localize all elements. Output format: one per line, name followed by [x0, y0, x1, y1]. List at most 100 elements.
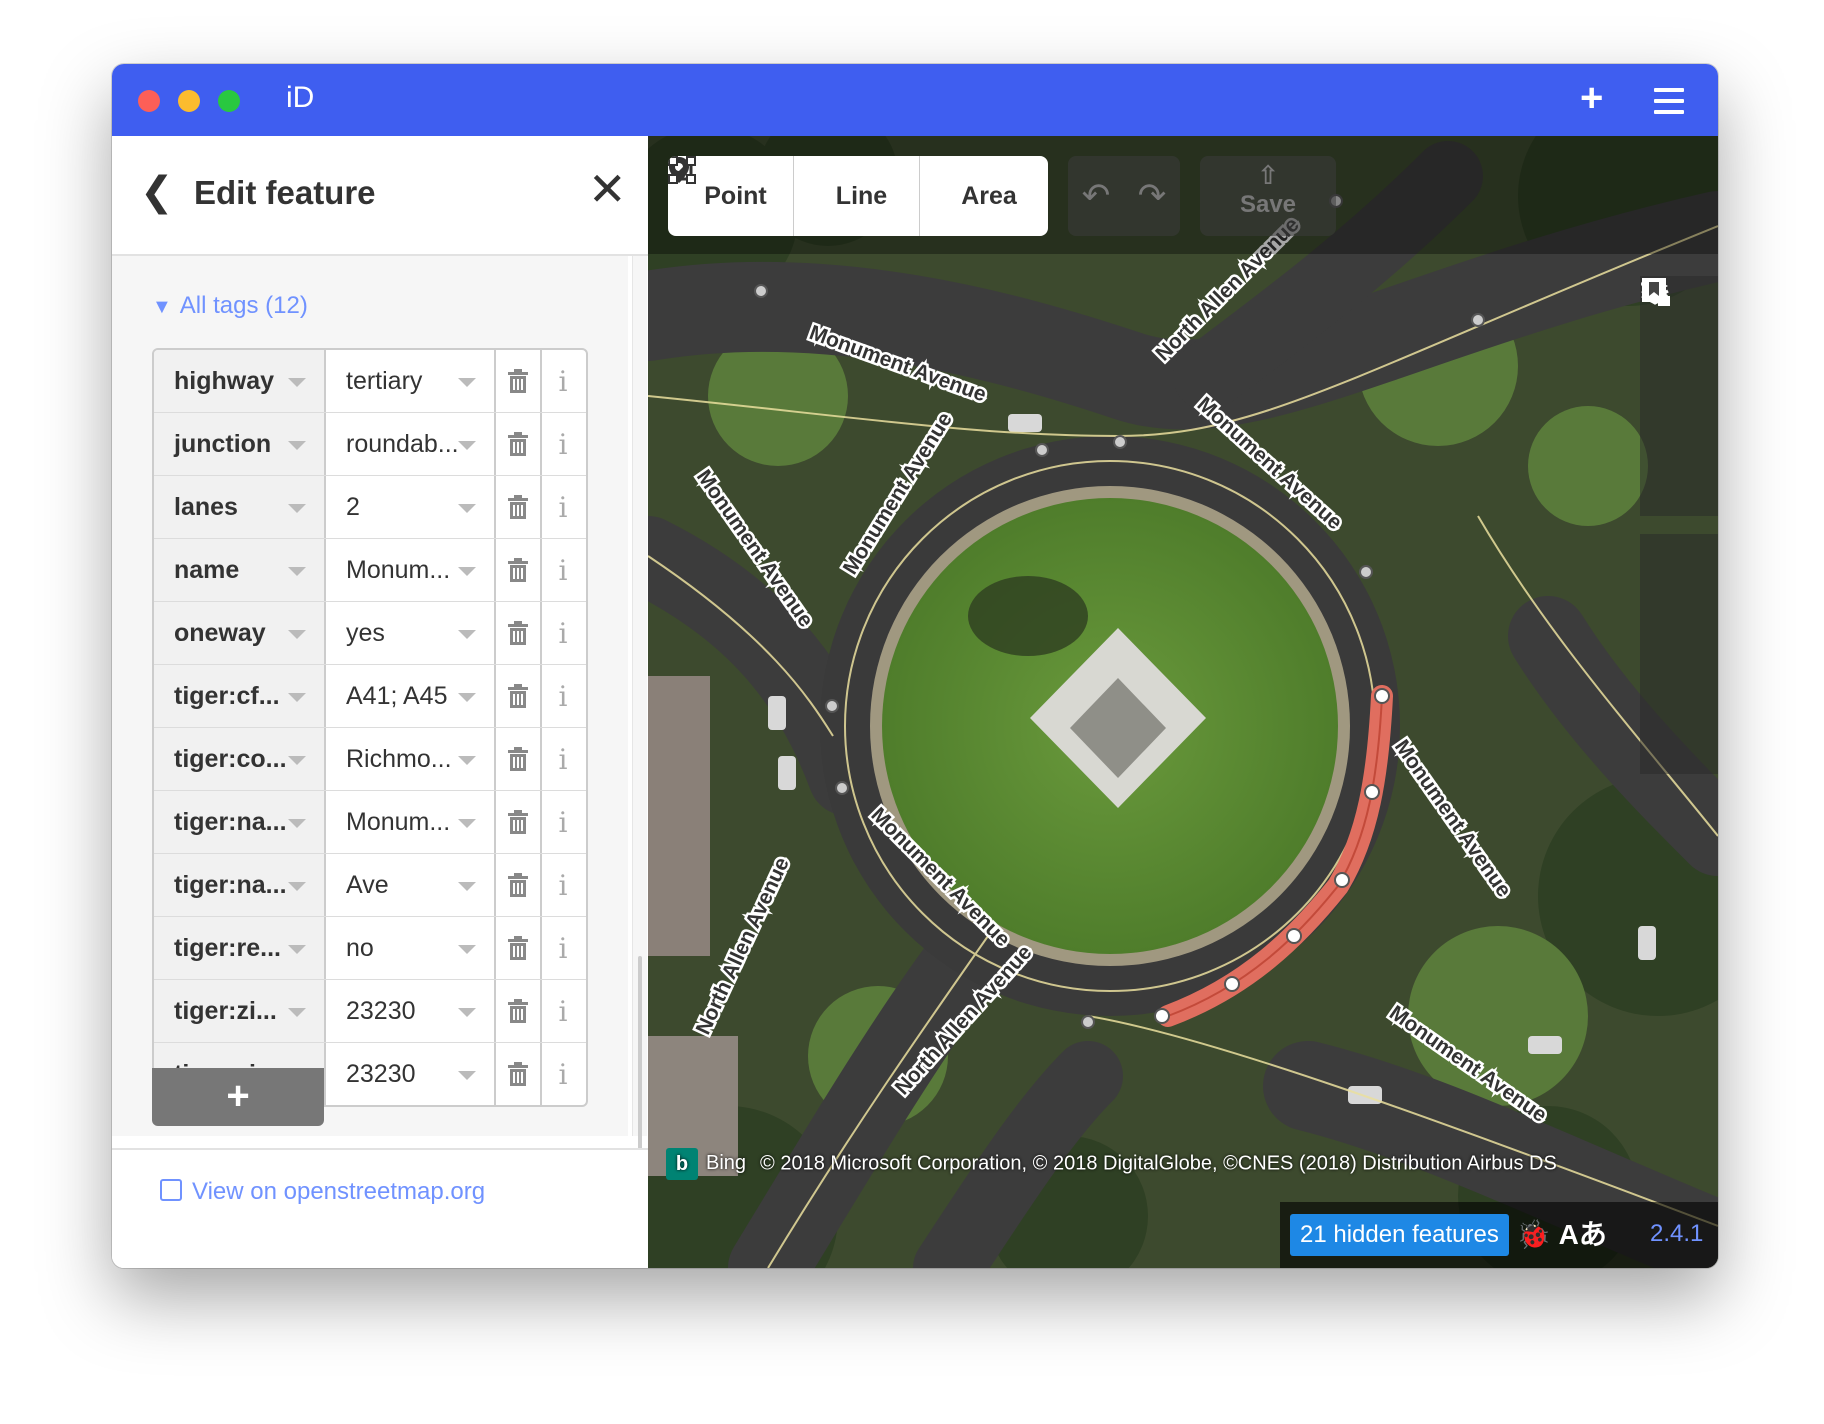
tag-key-field[interactable]: junction	[154, 413, 326, 475]
chevron-down-icon[interactable]	[288, 819, 306, 828]
tag-key-field[interactable]: oneway	[154, 602, 326, 664]
tag-key-field[interactable]: tiger:cf...	[154, 665, 326, 727]
window-zoom-button[interactable]	[218, 90, 240, 112]
hamburger-icon[interactable]	[1654, 88, 1684, 121]
tag-value-field[interactable]: A41; A45	[326, 665, 496, 727]
add-tag-button[interactable]: +	[152, 1068, 324, 1126]
chevron-down-icon[interactable]	[458, 819, 476, 828]
info-icon[interactable]: i	[542, 413, 584, 475]
chevron-down-icon[interactable]	[458, 567, 476, 576]
tag-value-field[interactable]: Monum...	[326, 539, 496, 601]
tag-value-field[interactable]: Ave	[326, 854, 496, 916]
info-icon[interactable]: i	[542, 665, 584, 727]
info-icon[interactable]: i	[542, 917, 584, 979]
tag-row: tiger:zi... 23230 i	[154, 980, 586, 1043]
hidden-features-badge[interactable]: 21 hidden features	[1290, 1214, 1509, 1256]
tag-value-field[interactable]: tertiary	[326, 350, 496, 412]
chevron-down-icon[interactable]	[288, 567, 306, 576]
trash-icon[interactable]	[496, 917, 542, 979]
chevron-down-icon[interactable]	[458, 378, 476, 387]
tag-key-field[interactable]: tiger:na...	[154, 854, 326, 916]
tag-key-field[interactable]: lanes	[154, 476, 326, 538]
map-canvas[interactable]: Monument Avenue Monument Avenue Monument…	[648, 136, 1718, 1268]
version-label[interactable]: 2.4.1	[1650, 1220, 1703, 1248]
redo-icon[interactable]: ↷	[1124, 156, 1180, 236]
trash-icon[interactable]	[496, 854, 542, 916]
save-button[interactable]: ⇧ Save	[1200, 156, 1336, 236]
help-icon[interactable]	[1640, 278, 1718, 774]
map-data-icon[interactable]	[1640, 281, 1718, 694]
chevron-down-icon[interactable]	[458, 756, 476, 765]
chevron-down-icon[interactable]	[458, 1008, 476, 1017]
issues-language-icon[interactable]: 🐞 Aあ	[1516, 1214, 1607, 1256]
trash-icon[interactable]	[496, 539, 542, 601]
chevron-down-icon[interactable]	[288, 630, 306, 639]
tag-key-field[interactable]: highway	[154, 350, 326, 412]
tag-key-field[interactable]: tiger:re...	[154, 917, 326, 979]
tag-value-field[interactable]: no	[326, 917, 496, 979]
trash-icon[interactable]	[496, 476, 542, 538]
tag-value-text: Monum...	[346, 808, 451, 836]
chevron-down-icon[interactable]	[458, 693, 476, 702]
tag-value-field[interactable]: 2	[326, 476, 496, 538]
tag-key-field[interactable]: tiger:zi...	[154, 980, 326, 1042]
tag-value-field[interactable]: 23230	[326, 980, 496, 1042]
chevron-down-icon[interactable]	[458, 504, 476, 513]
chevron-down-icon[interactable]	[288, 693, 306, 702]
chevron-down-icon[interactable]	[458, 1071, 476, 1080]
tag-value-field[interactable]: 23230	[326, 1043, 496, 1105]
plus-icon[interactable]: +	[1580, 78, 1603, 118]
trash-icon[interactable]	[496, 413, 542, 475]
layers-icon[interactable]	[1640, 279, 1718, 614]
add-area-button[interactable]: Area	[668, 156, 1048, 236]
trash-icon[interactable]	[496, 728, 542, 790]
chevron-down-icon[interactable]	[288, 1008, 306, 1017]
trash-icon[interactable]	[496, 980, 542, 1042]
info-icon[interactable]: i	[542, 1043, 584, 1105]
all-tags-toggle[interactable]: ▼ All tags (12)	[152, 292, 308, 320]
tag-key-field[interactable]: tiger:co...	[154, 728, 326, 790]
page-title: Edit feature	[194, 174, 376, 211]
info-icon[interactable]: i	[542, 539, 584, 601]
chevron-down-icon[interactable]	[288, 441, 306, 450]
tag-value-field[interactable]: Monum...	[326, 791, 496, 853]
trash-icon[interactable]	[496, 1043, 542, 1105]
chevron-down-icon[interactable]	[288, 882, 306, 891]
info-icon[interactable]: i	[542, 791, 584, 853]
sidebar-scrollbar[interactable]	[632, 256, 647, 1196]
info-icon[interactable]: i	[542, 728, 584, 790]
info-icon[interactable]: i	[542, 350, 584, 412]
chevron-down-icon[interactable]	[288, 945, 306, 954]
info-icon[interactable]: i	[542, 602, 584, 664]
tag-key-field[interactable]: tiger:na...	[154, 791, 326, 853]
trash-icon[interactable]	[496, 350, 542, 412]
close-icon[interactable]: ✕	[588, 166, 627, 212]
tag-value-field[interactable]: yes	[326, 602, 496, 664]
view-on-osm-link[interactable]: View on openstreetmap.org	[160, 1178, 485, 1206]
chevron-down-icon[interactable]	[288, 756, 306, 765]
info-icon[interactable]: i	[542, 476, 584, 538]
tag-key-field[interactable]: name	[154, 539, 326, 601]
info-icon[interactable]: i	[542, 854, 584, 916]
trash-icon[interactable]	[496, 665, 542, 727]
chevron-down-icon[interactable]	[458, 945, 476, 954]
chevron-down-icon[interactable]	[458, 630, 476, 639]
window-minimize-button[interactable]	[178, 90, 200, 112]
tag-key-text: tiger:re...	[174, 934, 281, 962]
window-close-button[interactable]	[138, 90, 160, 112]
info-icon[interactable]: i	[542, 980, 584, 1042]
zoom-out-icon[interactable]	[1640, 288, 1718, 436]
undo-icon[interactable]: ↶	[1068, 156, 1124, 236]
trash-icon[interactable]	[496, 602, 542, 664]
back-icon[interactable]: ❮	[140, 172, 174, 212]
chevron-down-icon[interactable]	[458, 882, 476, 891]
attribution-provider[interactable]: Bing	[706, 1152, 746, 1174]
trash-icon[interactable]	[496, 791, 542, 853]
chevron-down-icon[interactable]	[458, 441, 476, 450]
chevron-down-icon[interactable]	[288, 504, 306, 513]
geolocate-icon[interactable]	[1640, 278, 1718, 516]
chevron-down-icon[interactable]	[288, 378, 306, 387]
tag-value-field[interactable]: Richmo...	[326, 728, 496, 790]
tag-value-field[interactable]: roundab...	[326, 413, 496, 475]
add-line-button[interactable]: Line	[668, 156, 920, 236]
